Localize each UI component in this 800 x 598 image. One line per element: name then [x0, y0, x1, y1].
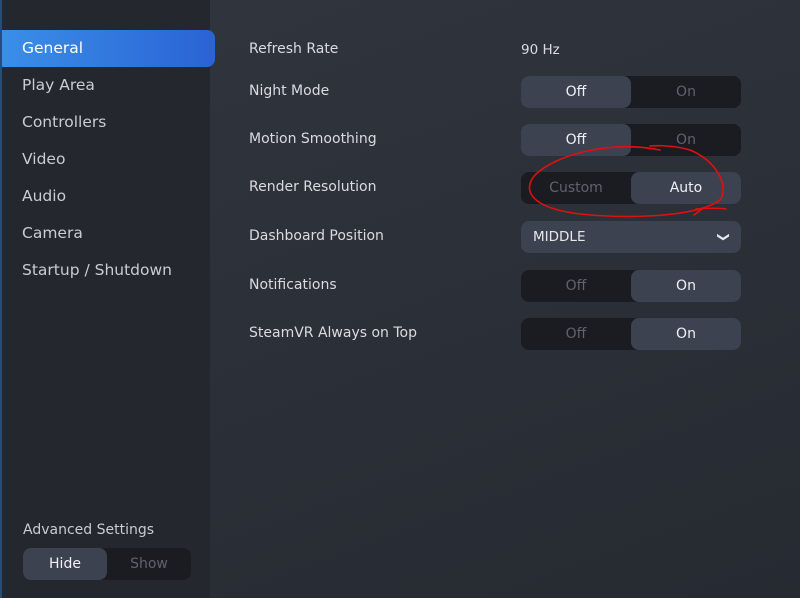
always-on-top-off[interactable]: Off — [521, 318, 631, 350]
advanced-settings-label: Advanced Settings — [23, 522, 155, 538]
show-option[interactable]: Show — [107, 548, 191, 580]
night-mode-toggle: Off On — [521, 76, 741, 108]
refresh-rate-label: Refresh Rate — [249, 41, 339, 57]
sidebar-item-play-area[interactable]: Play Area — [2, 67, 215, 104]
notifications-toggle: Off On — [521, 270, 741, 302]
sidebar-item-controllers[interactable]: Controllers — [2, 104, 215, 141]
sidebar: General Play Area Controllers Video Audi… — [0, 0, 215, 598]
notifications-label: Notifications — [249, 277, 337, 293]
motion-smoothing-on[interactable]: On — [631, 124, 741, 156]
sidebar-item-startup-shutdown[interactable]: Startup / Shutdown — [2, 252, 215, 289]
dashboard-position-dropdown[interactable]: MIDDLE ❯ — [521, 221, 741, 253]
render-resolution-auto[interactable]: Auto — [631, 172, 741, 204]
sidebar-item-audio[interactable]: Audio — [2, 178, 215, 215]
notifications-on[interactable]: On — [631, 270, 741, 302]
render-resolution-toggle: Custom Auto — [521, 172, 741, 204]
sidebar-item-video[interactable]: Video — [2, 141, 215, 178]
sidebar-item-general[interactable]: General — [2, 30, 215, 67]
night-mode-on[interactable]: On — [631, 76, 741, 108]
notifications-off[interactable]: Off — [521, 270, 631, 302]
refresh-rate-value: 90 Hz — [521, 42, 560, 58]
dashboard-position-value: MIDDLE — [533, 229, 586, 245]
always-on-top-toggle: Off On — [521, 318, 741, 350]
motion-smoothing-off[interactable]: Off — [521, 124, 631, 156]
dashboard-position-label: Dashboard Position — [249, 228, 384, 244]
always-on-top-label: SteamVR Always on Top — [249, 325, 417, 341]
advanced-settings-toggle: Hide Show — [23, 548, 191, 580]
chevron-down-icon: ❯ — [716, 231, 731, 243]
night-mode-off[interactable]: Off — [521, 76, 631, 108]
sidebar-item-camera[interactable]: Camera — [2, 215, 215, 252]
always-on-top-on[interactable]: On — [631, 318, 741, 350]
hide-option[interactable]: Hide — [23, 548, 107, 580]
motion-smoothing-label: Motion Smoothing — [249, 131, 377, 147]
render-resolution-custom[interactable]: Custom — [521, 172, 631, 204]
motion-smoothing-toggle: Off On — [521, 124, 741, 156]
night-mode-label: Night Mode — [249, 83, 330, 99]
render-resolution-label: Render Resolution — [249, 179, 377, 195]
